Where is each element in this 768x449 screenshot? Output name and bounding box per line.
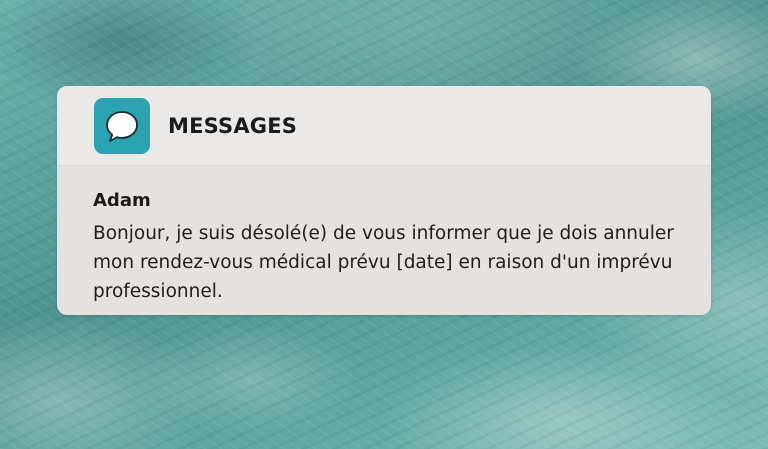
notification-body: Adam Bonjour, je suis désolé(e) de vous … [57, 166, 711, 306]
message-notification[interactable]: MESSAGES Adam Bonjour, je suis désolé(e)… [57, 86, 711, 315]
sender-name: Adam [93, 190, 151, 211]
notification-header: MESSAGES [57, 86, 711, 166]
speech-bubble-icon [106, 110, 138, 142]
message-text: Bonjour, je suis désolé(e) de vous infor… [93, 223, 674, 302]
messages-app-icon [94, 97, 150, 154]
app-name: MESSAGES [168, 113, 298, 138]
